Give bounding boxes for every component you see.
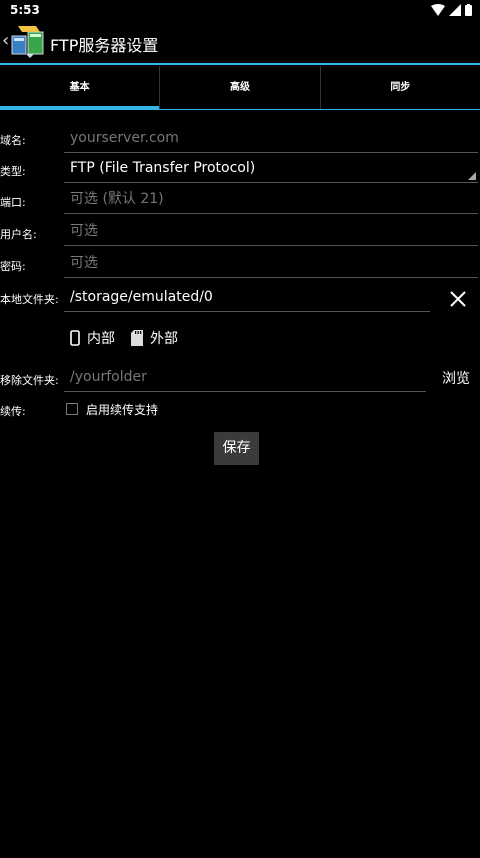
signal-icon	[449, 4, 461, 16]
status-time: 5:53	[10, 3, 40, 17]
domain-label: 域名:	[0, 134, 26, 147]
resume-label: 续传:	[0, 405, 26, 418]
resume-checkbox-label[interactable]: 启用续传支持	[86, 401, 158, 418]
resume-checkbox[interactable]	[66, 403, 78, 415]
tab-bar: 基本 高级 同步	[0, 66, 480, 110]
type-spinner[interactable]: FTP (File Transfer Protocol)	[64, 155, 478, 183]
remote-folder-input[interactable]: /yourfolder	[64, 364, 426, 392]
action-bar: ‹ FTP服务器设置	[0, 20, 480, 64]
wifi-icon	[431, 4, 445, 16]
port-input[interactable]: 可选 (默认 21)	[64, 186, 478, 214]
username-input[interactable]: 可选	[64, 218, 478, 246]
external-storage-label: 外部	[150, 331, 178, 347]
domain-input[interactable]: yourserver.com	[64, 125, 478, 153]
page-title: FTP服务器设置	[50, 36, 159, 55]
type-value: FTP (File Transfer Protocol)	[70, 160, 256, 176]
tab-advanced[interactable]: 高级	[159, 66, 319, 110]
port-label: 端口:	[0, 196, 26, 209]
app-logo-icon[interactable]	[10, 24, 46, 60]
password-label: 密码:	[0, 260, 26, 273]
internal-storage-button[interactable]: 内部	[70, 328, 115, 348]
remote-folder-label: 移除文件夹:	[0, 374, 59, 387]
clear-icon[interactable]	[447, 288, 469, 310]
save-button[interactable]: 保存	[214, 432, 259, 465]
type-label: 类型:	[0, 165, 26, 178]
password-input[interactable]: 可选	[64, 250, 478, 278]
local-folder-label: 本地文件夹:	[0, 293, 59, 306]
username-label: 用户名:	[0, 228, 37, 241]
internal-storage-label: 内部	[87, 331, 115, 347]
tabs-divider	[0, 109, 480, 110]
external-storage-button[interactable]: 外部	[131, 328, 178, 348]
phone-icon	[70, 330, 80, 346]
dropdown-triangle-icon	[468, 172, 476, 180]
browse-button[interactable]: 浏览	[442, 368, 470, 388]
sd-card-icon	[131, 330, 143, 346]
status-bar: 5:53	[0, 0, 480, 20]
battery-icon	[465, 4, 472, 16]
tab-basic[interactable]: 基本	[0, 66, 160, 110]
local-folder-input[interactable]: /storage/emulated/0	[64, 284, 430, 312]
status-icons	[431, 3, 472, 17]
back-chevron-icon[interactable]: ‹	[2, 30, 9, 51]
actionbar-divider	[0, 63, 480, 65]
tab-sync[interactable]: 同步	[319, 66, 480, 110]
